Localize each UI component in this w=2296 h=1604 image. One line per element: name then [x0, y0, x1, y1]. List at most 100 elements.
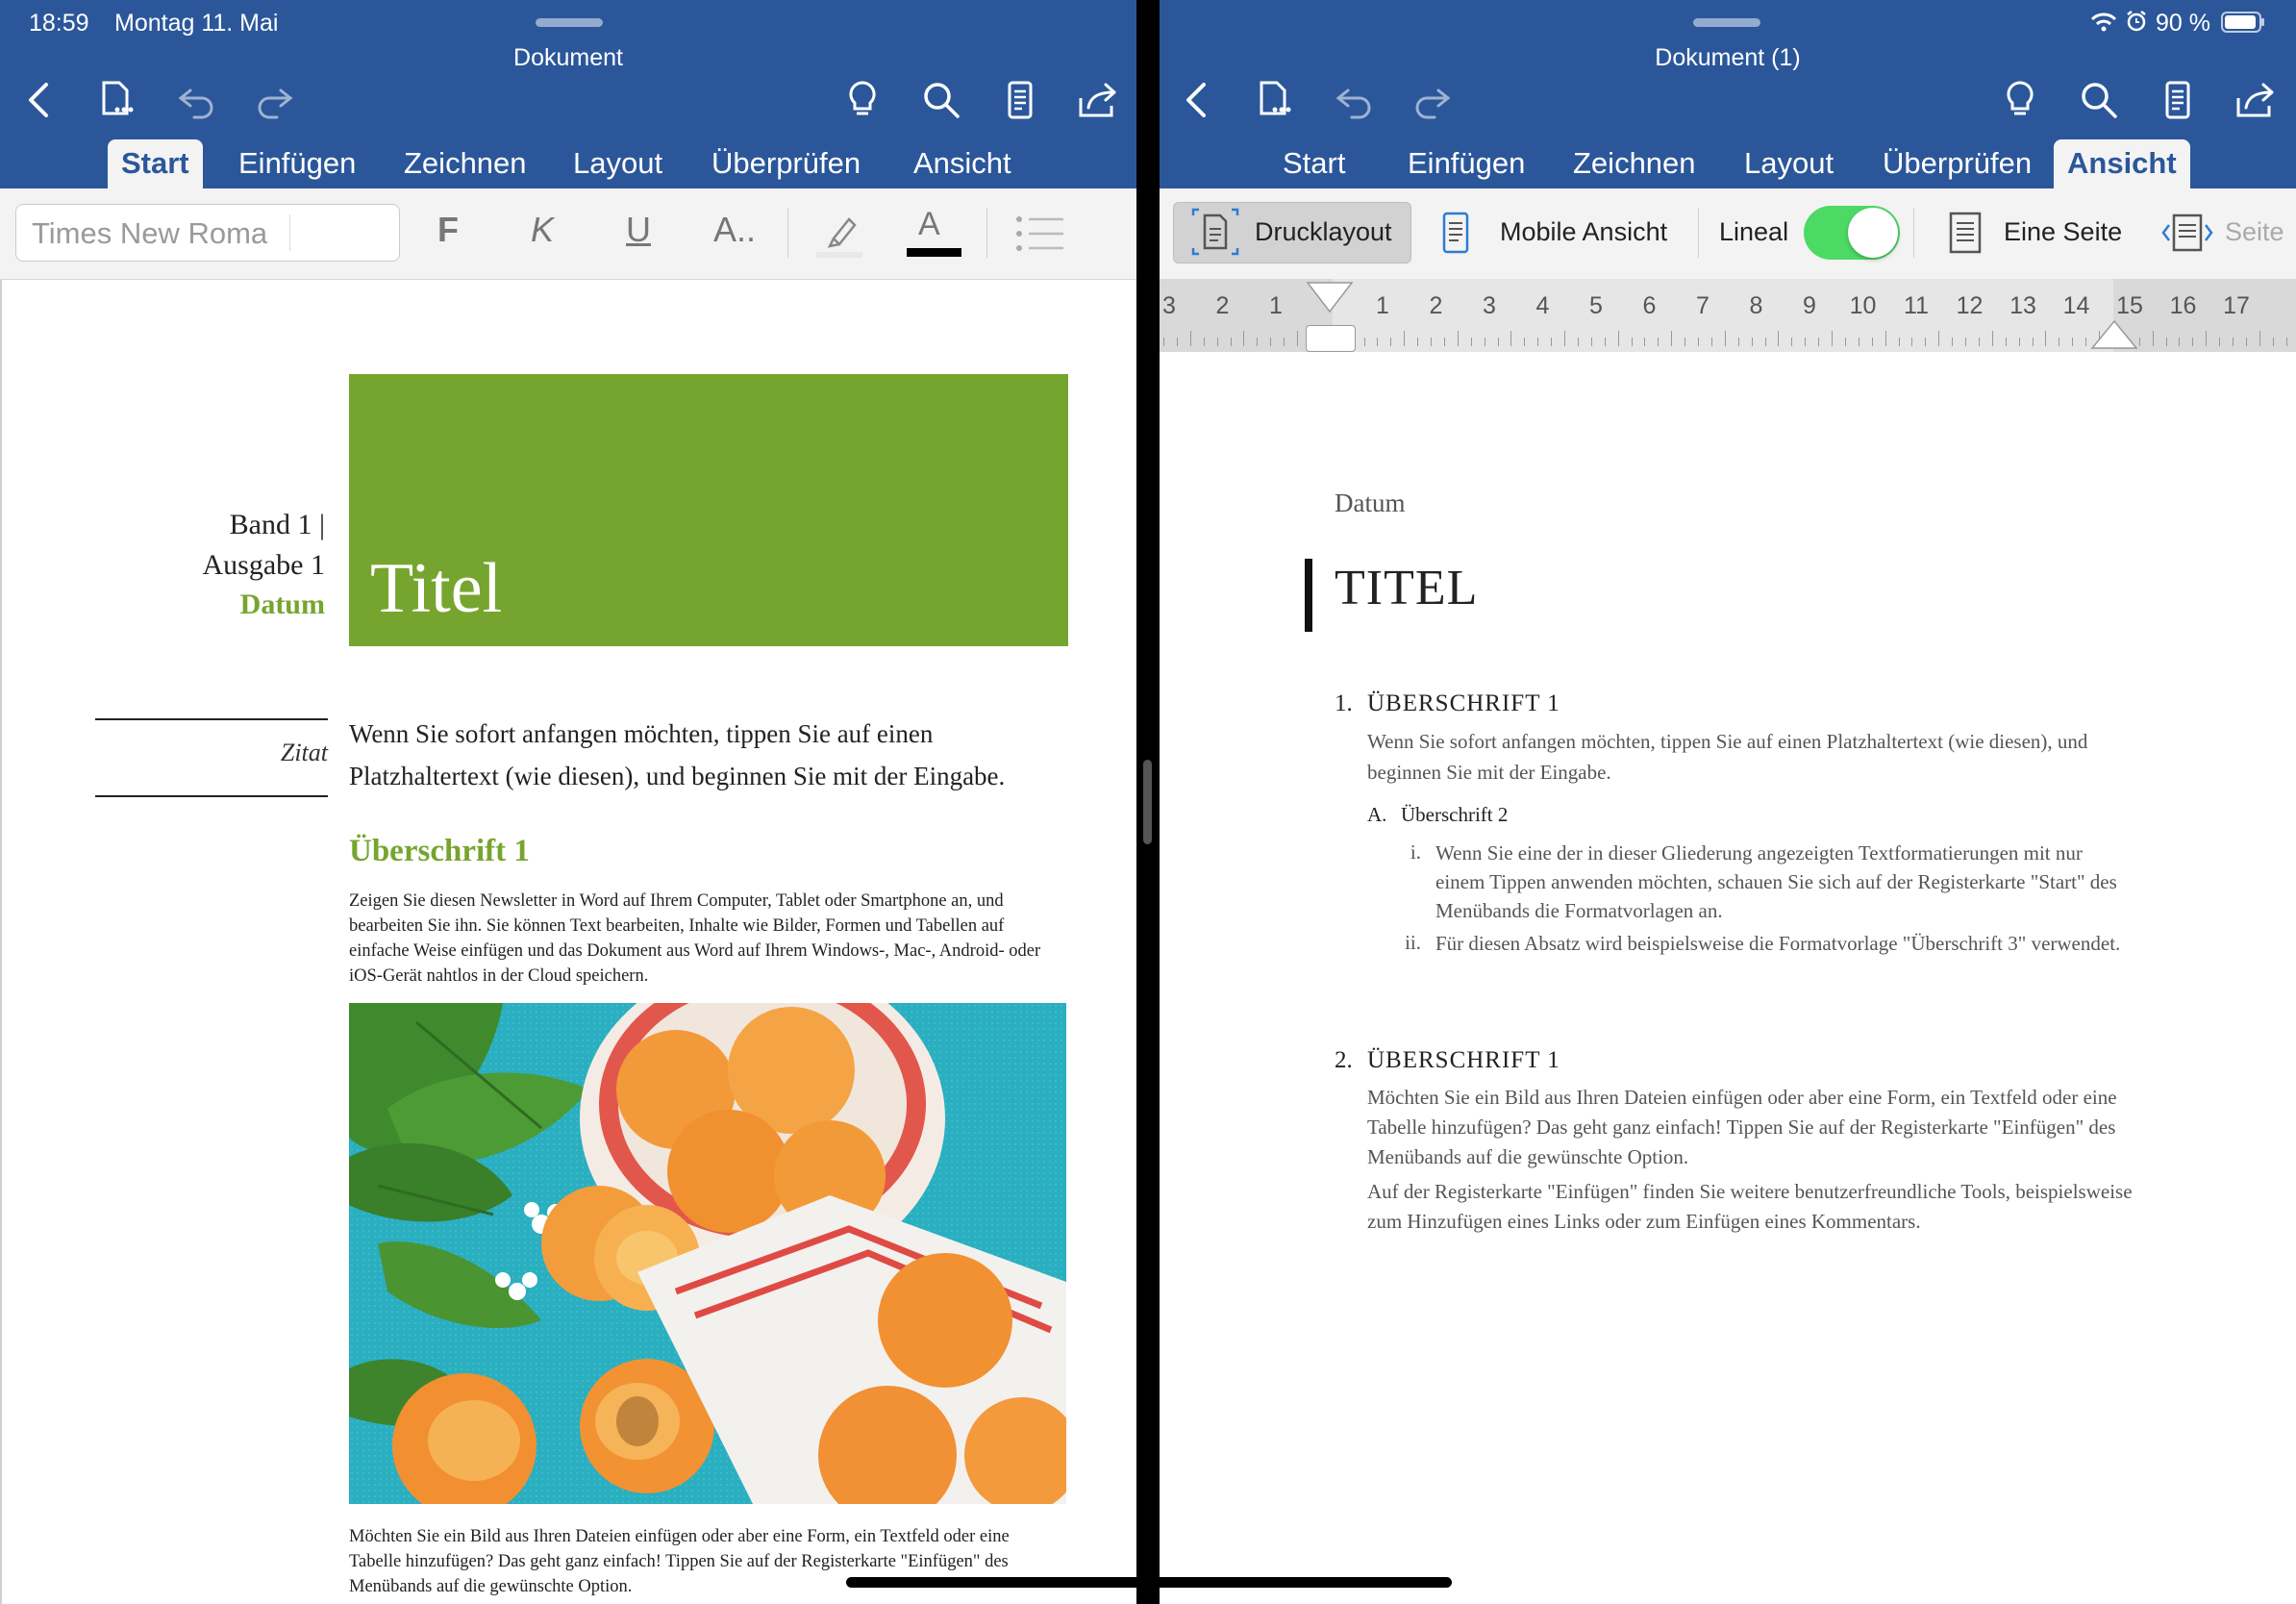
- search-icon[interactable]: [2076, 77, 2122, 123]
- heading-1b[interactable]: ÜBERSCHRIFT 1: [1367, 1047, 1560, 1074]
- first-line-indent-marker[interactable]: [1306, 281, 1354, 313]
- document-title-text[interactable]: TITEL: [1335, 560, 1478, 616]
- tab-layout[interactable]: Layout: [1731, 139, 1847, 188]
- ruler-tick: [1216, 338, 1218, 346]
- share-icon[interactable]: [2233, 77, 2279, 123]
- document-page[interactable]: Datum TITEL 1. ÜBERSCHRIFT 1 Wenn Sie so…: [1160, 352, 2296, 1604]
- print-layout-button[interactable]: Drucklayout: [1173, 202, 1411, 263]
- mobile-view-icon[interactable]: [2155, 77, 2201, 123]
- underline-button[interactable]: U: [626, 210, 651, 250]
- ruler-toggle-switch[interactable]: [1804, 206, 1900, 260]
- ruler-number: 9: [1803, 292, 1816, 319]
- font-color-button[interactable]: A: [905, 206, 962, 263]
- document-title-text[interactable]: Titel: [370, 553, 502, 624]
- redo-icon[interactable]: [1410, 77, 1456, 123]
- back-icon[interactable]: [1175, 77, 1221, 123]
- ruler-tick: [1497, 338, 1499, 346]
- ruler-tick: [2045, 331, 2047, 346]
- search-icon[interactable]: [918, 77, 964, 123]
- apricots-photo[interactable]: [349, 1003, 1066, 1504]
- tab-zeichnen[interactable]: Zeichnen: [1560, 139, 1710, 188]
- ribbon-separator: [1698, 208, 1699, 258]
- multitask-grabber[interactable]: [1693, 18, 1760, 27]
- file-menu-icon[interactable]: [1252, 77, 1298, 123]
- heading-1-text[interactable]: Wenn Sie sofort anfangen möchten, tippen…: [1367, 726, 2156, 788]
- file-menu-icon[interactable]: [94, 77, 140, 123]
- intro-paragraph[interactable]: Wenn Sie sofort anfangen möchten, tippen…: [349, 713, 1061, 797]
- lightbulb-icon[interactable]: [1997, 77, 2043, 123]
- mobile-view-toggle-icon[interactable]: [1438, 210, 1473, 256]
- document-title[interactable]: Dokument: [0, 44, 1136, 72]
- ruler-tick: [1377, 338, 1379, 346]
- ruler-tick: [1805, 338, 1807, 346]
- italic-button[interactable]: K: [531, 210, 554, 250]
- ruler-number: 17: [2223, 292, 2250, 319]
- page-width-icon[interactable]: [2161, 210, 2213, 256]
- heading-1b-text-1[interactable]: Möchten Sie ein Bild aus Ihren Dateien e…: [1367, 1083, 2127, 1172]
- tab-ueberpruefen[interactable]: Überprüfen: [1869, 139, 2045, 188]
- bold-button[interactable]: F: [437, 210, 459, 250]
- tab-start[interactable]: Start: [108, 139, 203, 188]
- mobile-view-icon[interactable]: [997, 77, 1043, 123]
- highlighter-icon[interactable]: [812, 206, 866, 260]
- ribbon-separator: [787, 208, 788, 258]
- document-title[interactable]: Dokument (1): [1160, 44, 2296, 72]
- undo-icon[interactable]: [173, 77, 219, 123]
- ruler-tick: [1230, 338, 1232, 346]
- home-indicator[interactable]: [846, 1577, 1452, 1588]
- tab-layout[interactable]: Layout: [560, 139, 676, 188]
- ruler-tick: [1457, 331, 1459, 346]
- body-paragraph-1[interactable]: Zeigen Sie diesen Newsletter in Word auf…: [349, 889, 1064, 989]
- ruler-tick: [1778, 331, 1780, 346]
- split-view-divider-handle[interactable]: [1143, 760, 1152, 844]
- document-page[interactable]: Band 1 | Ausgabe 1 Datum Titel Zitat Wen…: [0, 280, 1136, 1604]
- ruler-number: 4: [1535, 292, 1550, 319]
- heading-1[interactable]: ÜBERSCHRIFT 1: [1367, 690, 1560, 717]
- one-page-button[interactable]: Eine Seite: [2004, 217, 2122, 247]
- tab-ansicht[interactable]: Ansicht: [2054, 139, 2190, 188]
- tab-zeichnen[interactable]: Zeichnen: [390, 139, 540, 188]
- tab-start[interactable]: Start: [1269, 139, 1359, 188]
- right-indent-marker[interactable]: [2090, 319, 2138, 350]
- ruler-number: 8: [1749, 292, 1763, 319]
- heading-2[interactable]: Überschrift 2: [1401, 803, 1508, 827]
- list-item-1[interactable]: Wenn Sie eine der in dieser Gliederung a…: [1435, 839, 2128, 925]
- left-word-window: 18:59 Montag 11. Mai Dokument Start Einf…: [0, 0, 1136, 1604]
- ruler-tick: [1257, 338, 1259, 346]
- ruler-tick: [1363, 338, 1365, 346]
- alarm-icon: [2125, 10, 2148, 33]
- right-word-window: 90 % Dokument (1) Start Einfügen Zeichne…: [1160, 0, 2296, 1604]
- ruler-tick: [2259, 331, 2260, 346]
- mobile-view-button[interactable]: Mobile Ansicht: [1500, 217, 1667, 247]
- print-layout-icon: [1191, 208, 1239, 256]
- datum-label[interactable]: Datum: [1335, 489, 1406, 518]
- horizontal-ruler[interactable]: 3 2 1 1 2 3 4 5 6 7 8 9 10 11 12 13 14 15 16 17: [1160, 279, 2296, 352]
- left-indent-marker[interactable]: [1306, 325, 1356, 352]
- list-item-2[interactable]: Für diesen Absatz wird beispielsweise di…: [1435, 929, 2128, 958]
- font-name-value: Times New Roma: [32, 216, 268, 250]
- tab-einfuegen[interactable]: Einfügen: [225, 139, 369, 188]
- share-icon[interactable]: [1075, 77, 1121, 123]
- tab-einfuegen[interactable]: Einfügen: [1394, 139, 1538, 188]
- body-paragraph-2[interactable]: Möchten Sie ein Bild aus Ihren Dateien e…: [349, 1524, 1064, 1599]
- font-name-field[interactable]: Times New Roma: [15, 204, 400, 262]
- tab-ansicht[interactable]: Ansicht: [900, 139, 1025, 188]
- wifi-icon: [2090, 12, 2117, 33]
- tab-ueberpruefen[interactable]: Überprüfen: [698, 139, 874, 188]
- ruler-tick: [1818, 338, 1820, 346]
- ruler-tick: [2192, 338, 2194, 346]
- more-font-options-button[interactable]: A..: [713, 210, 756, 250]
- list-item-1-number: i.: [1410, 840, 1421, 864]
- back-icon[interactable]: [17, 77, 63, 123]
- ruler-tick: [1737, 338, 1739, 346]
- redo-icon[interactable]: [252, 77, 298, 123]
- heading-1[interactable]: Überschrift 1: [349, 834, 530, 869]
- undo-icon[interactable]: [1331, 77, 1377, 123]
- bullet-list-icon[interactable]: [1013, 210, 1065, 258]
- heading-1b-text-2[interactable]: Auf der Registerkarte "Einfügen" finden …: [1367, 1177, 2156, 1237]
- page-width-button[interactable]: Seite: [2225, 217, 2284, 247]
- one-page-icon[interactable]: [1948, 210, 1983, 256]
- lightbulb-icon[interactable]: [839, 77, 886, 123]
- multitask-grabber[interactable]: [536, 18, 603, 27]
- ruler-tick: [1189, 331, 1191, 346]
